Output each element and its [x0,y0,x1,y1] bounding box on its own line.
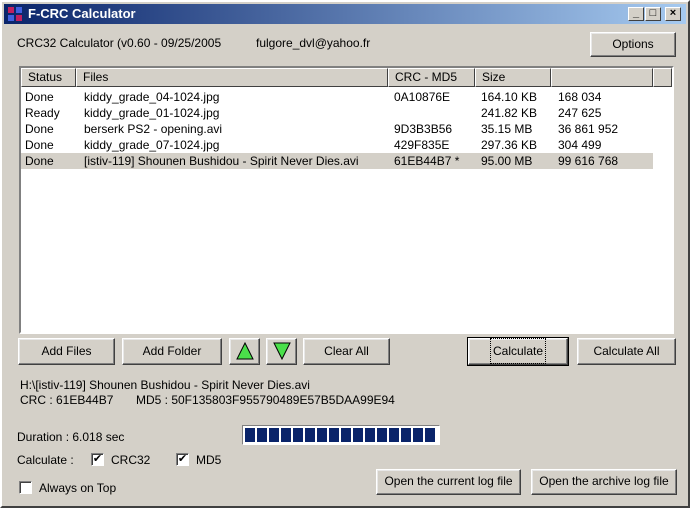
selected-file-path: H:\[istiv-119] Shounen Bushidou - Spirit… [20,378,310,392]
row-status: Done [25,90,54,104]
arrow-down-icon [272,342,291,361]
title-bar[interactable]: F-CRC Calculator _ □ × [4,4,686,24]
table-row-selected[interactable]: Done [istiv-119] Shounen Bushidou - Spir… [21,153,653,169]
progress-block [389,428,399,442]
options-button[interactable]: Options [590,32,676,57]
main-window: F-CRC Calculator _ □ × CRC32 Calculator … [0,0,690,508]
app-icon [8,7,22,21]
window-title: F-CRC Calculator [28,6,136,21]
duration-label: Duration : 6.018 sec [17,430,125,444]
row-bytes: 36 861 952 [558,122,619,136]
progress-block [365,428,375,442]
row-crc: 61EB44B7 * [394,154,460,168]
table-row[interactable]: Done kiddy_grade_04-1024.jpg 0A10876E 16… [21,89,653,105]
always-on-top-checkbox[interactable] [19,481,32,494]
move-up-button[interactable] [229,338,260,365]
row-size: 241.82 KB [481,106,538,120]
file-list[interactable]: Status Files CRC - MD5 Size Done kiddy_g… [19,66,674,334]
row-status: Done [25,138,54,152]
row-crc: 429F835E [394,138,450,152]
progress-block [305,428,315,442]
row-size: 95.00 MB [481,154,533,168]
progress-block [269,428,279,442]
progress-block [245,428,255,442]
crc32-checkbox[interactable]: ✔ [91,453,104,466]
move-down-button[interactable] [266,338,297,365]
row-size: 164.10 KB [481,90,538,104]
options-button-label: Options [612,37,654,51]
table-row[interactable]: Ready kiddy_grade_01-1024.jpg 241.82 KB … [21,105,653,121]
close-button[interactable]: × [665,7,681,21]
progress-block [401,428,411,442]
row-bytes: 168 034 [558,90,602,104]
clear-all-button[interactable]: Clear All [303,338,390,365]
crc32-checkbox-label[interactable]: CRC32 [111,453,150,467]
progress-block [425,428,435,442]
row-file: berserk PS2 - opening.avi [84,122,223,136]
add-files-button-label: Add Files [41,344,92,358]
calculate-all-button[interactable]: Calculate All [577,338,676,365]
progress-block [317,428,327,442]
calculate-all-button-label: Calculate All [593,344,660,358]
progress-block [293,428,303,442]
row-file: [istiv-119] Shounen Bushidou - Spirit Ne… [84,154,359,168]
row-status: Done [25,122,54,136]
always-on-top-label[interactable]: Always on Top [39,481,116,495]
progress-block [377,428,387,442]
crc-result: CRC : 61EB44B7 [20,393,114,407]
row-file: kiddy_grade_07-1024.jpg [84,138,220,152]
column-header-crc-md5[interactable]: CRC - MD5 [388,68,475,87]
md5-result: MD5 : 50F135803F955790489E57B5DAA99E94 [136,393,395,407]
row-bytes: 99 616 768 [558,154,619,168]
row-status: Ready [25,106,60,120]
column-header-filler [653,68,672,87]
row-size: 35.15 MB [481,122,533,136]
row-size: 297.36 KB [481,138,538,152]
progress-block [257,428,267,442]
progress-block [413,428,423,442]
open-archive-log-label: Open the archive log file [539,474,669,488]
row-bytes: 247 625 [558,106,602,120]
column-header-size[interactable]: Size [475,68,551,87]
open-current-log-label: Open the current log file [384,474,513,488]
progress-block [353,428,363,442]
table-row[interactable]: Done berserk PS2 - opening.avi 9D3B3B56 … [21,121,653,137]
progress-block [341,428,351,442]
calculate-options-label: Calculate : [17,453,74,467]
add-folder-button-label: Add Folder [142,344,202,358]
author-email: fulgore_dvl@yahoo.fr [256,36,371,50]
row-status: Done [25,154,54,168]
minimize-button[interactable]: _ [628,7,644,21]
open-archive-log-button[interactable]: Open the archive log file [531,469,677,495]
row-crc: 0A10876E [394,90,451,104]
column-header-status[interactable]: Status [21,68,76,87]
calculate-button[interactable]: Calculate [467,337,569,366]
arrow-up-icon [235,341,254,360]
row-crc: 9D3B3B56 [394,122,453,136]
progress-bar [242,425,440,445]
open-current-log-button[interactable]: Open the current log file [376,469,521,495]
progress-block [329,428,339,442]
row-file: kiddy_grade_04-1024.jpg [84,90,220,104]
add-folder-button[interactable]: Add Folder [122,338,222,365]
md5-checkbox-label[interactable]: MD5 [196,453,221,467]
md5-checkbox[interactable]: ✔ [176,453,189,466]
clear-all-button-label: Clear All [324,344,369,358]
calculate-button-label: Calculate [489,338,547,364]
app-info-label: CRC32 Calculator (v0.60 - 09/25/2005 [17,36,222,50]
table-row[interactable]: Done kiddy_grade_07-1024.jpg 429F835E 29… [21,137,653,153]
column-header-bytes[interactable] [551,68,653,87]
progress-block [281,428,291,442]
row-bytes: 304 499 [558,138,602,152]
add-files-button[interactable]: Add Files [18,338,115,365]
column-header-files[interactable]: Files [76,68,388,87]
row-file: kiddy_grade_01-1024.jpg [84,106,220,120]
maximize-button[interactable]: □ [645,7,661,21]
